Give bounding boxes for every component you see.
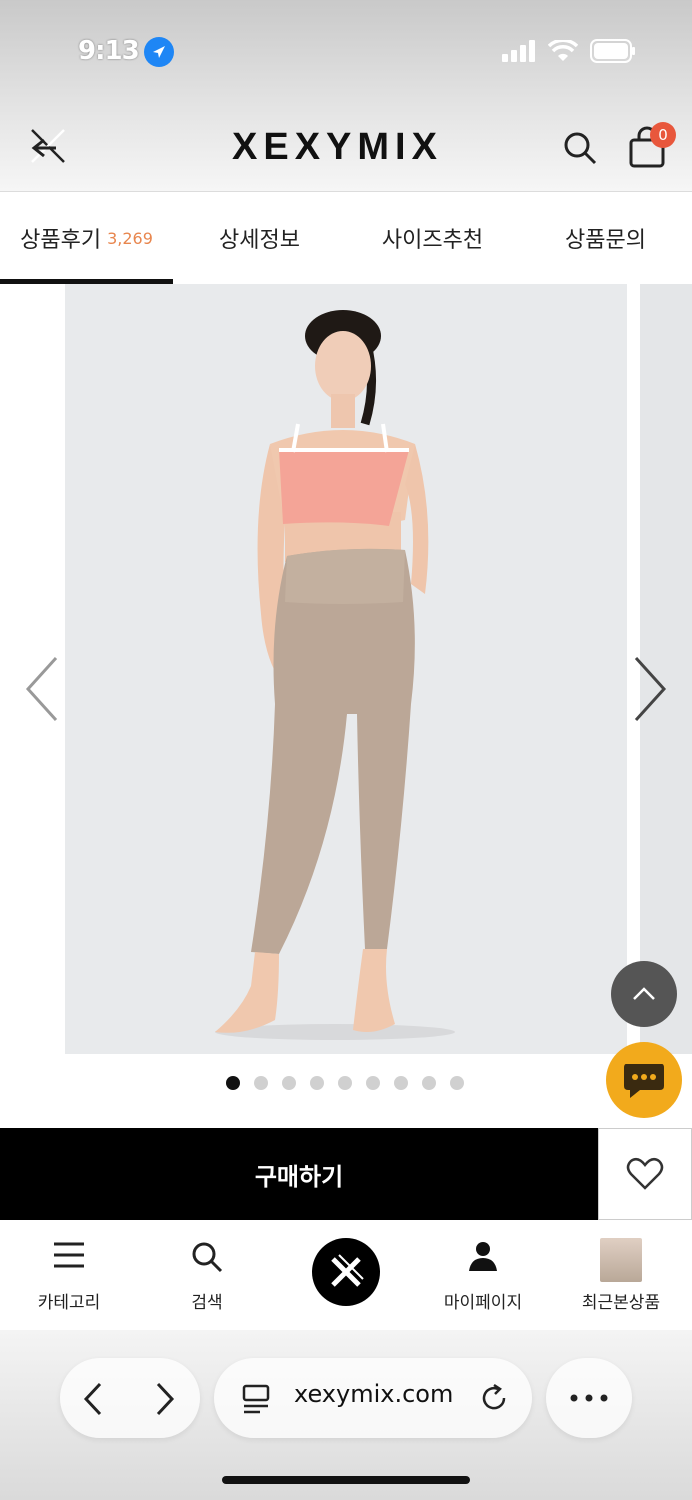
tab-qna[interactable]: 상품문의 — [519, 192, 692, 284]
nav-category[interactable]: 카테고리 — [0, 1220, 138, 1330]
gallery-pagination — [226, 1076, 464, 1090]
more-dots-icon — [570, 1394, 608, 1402]
nav-category-label: 카테고리 — [37, 1293, 101, 1313]
cart-count-badge: 0 — [650, 122, 676, 148]
review-count: 3,269 — [107, 228, 153, 248]
search-icon — [192, 1242, 223, 1273]
pagination-dot[interactable] — [450, 1076, 464, 1090]
nav-search[interactable]: 검색 — [138, 1220, 276, 1330]
address-bar[interactable]: xexymix.com — [214, 1358, 532, 1438]
status-bar: 9:13 — [0, 0, 692, 100]
heart-icon — [626, 1157, 664, 1190]
chevron-left-icon — [25, 656, 58, 722]
status-icons — [502, 38, 636, 64]
search-button[interactable] — [562, 130, 598, 166]
product-tabs: 상품후기 3,269 상세정보 사이즈추천 상품문의 — [0, 192, 692, 284]
product-gallery[interactable] — [0, 284, 692, 1128]
tab-size-label: 사이즈추천 — [381, 228, 484, 253]
tab-reviews-label: 상품후기 — [20, 228, 102, 253]
pagination-dot[interactable] — [254, 1076, 268, 1090]
home-indicator — [222, 1476, 470, 1484]
nav-mypage-label: 마이페이지 — [443, 1293, 523, 1313]
pagination-dot[interactable] — [226, 1076, 240, 1090]
url-text: xexymix.com — [294, 1380, 454, 1408]
pagination-dot[interactable] — [282, 1076, 296, 1090]
status-time: 9:13 — [78, 36, 140, 66]
chat-button[interactable] — [606, 1042, 682, 1118]
prev-image-button[interactable] — [22, 654, 62, 724]
browser-back-icon[interactable] — [82, 1382, 104, 1416]
reader-icon — [242, 1384, 270, 1414]
user-icon — [469, 1242, 497, 1271]
buy-button[interactable]: 구매하기 — [0, 1128, 598, 1220]
tab-reviews[interactable]: 상품후기 3,269 — [0, 192, 173, 284]
browser-nav-pill — [60, 1358, 200, 1438]
tab-details[interactable]: 상세정보 — [173, 192, 346, 284]
product-photo[interactable] — [65, 284, 627, 1054]
tab-qna-label: 상품문의 — [565, 228, 646, 253]
bottom-nav: 카테고리 검색 마이페이지 최근본상품 — [0, 1220, 692, 1330]
home-logo-button[interactable] — [312, 1238, 380, 1306]
chevron-right-icon — [634, 656, 667, 722]
chat-bubble-icon — [624, 1064, 664, 1098]
search-icon — [564, 132, 597, 165]
pagination-dot[interactable] — [422, 1076, 436, 1090]
chevron-up-icon — [633, 987, 655, 1000]
signal-icon — [502, 40, 535, 62]
pagination-dot[interactable] — [338, 1076, 352, 1090]
wishlist-button[interactable] — [598, 1128, 692, 1220]
model-figure-image — [215, 310, 455, 1040]
next-image-button[interactable] — [630, 654, 670, 724]
brand-logo[interactable]: XEXYMIX — [232, 126, 443, 169]
pagination-dot[interactable] — [310, 1076, 324, 1090]
tab-size-recommend[interactable]: 사이즈추천 — [346, 192, 519, 284]
location-arrow-icon — [144, 37, 174, 67]
recent-product-thumbnail — [600, 1238, 642, 1282]
nav-recent-label: 최근본상품 — [581, 1293, 661, 1313]
back-arrow-icon — [31, 129, 65, 163]
menu-icon — [54, 1242, 84, 1268]
xexymix-mark-icon — [331, 1254, 364, 1287]
scroll-top-button[interactable] — [611, 961, 677, 1027]
browser-toolbar: xexymix.com — [0, 1330, 692, 1500]
purchase-bar: 구매하기 — [0, 1128, 692, 1220]
tab-details-label: 상세정보 — [219, 228, 300, 253]
nav-search-label: 검색 — [191, 1293, 223, 1313]
nav-recent[interactable]: 최근본상품 — [552, 1220, 690, 1330]
nav-mypage[interactable]: 마이페이지 — [414, 1220, 552, 1330]
back-button[interactable] — [26, 124, 70, 168]
pagination-dot[interactable] — [366, 1076, 380, 1090]
browser-forward-icon[interactable] — [154, 1382, 176, 1416]
pagination-dot[interactable] — [394, 1076, 408, 1090]
top-header: XEXYMIX 0 — [0, 100, 692, 192]
reload-icon[interactable] — [478, 1382, 510, 1414]
wifi-icon — [548, 40, 578, 61]
more-options-button[interactable] — [546, 1358, 632, 1438]
battery-icon — [590, 39, 635, 63]
